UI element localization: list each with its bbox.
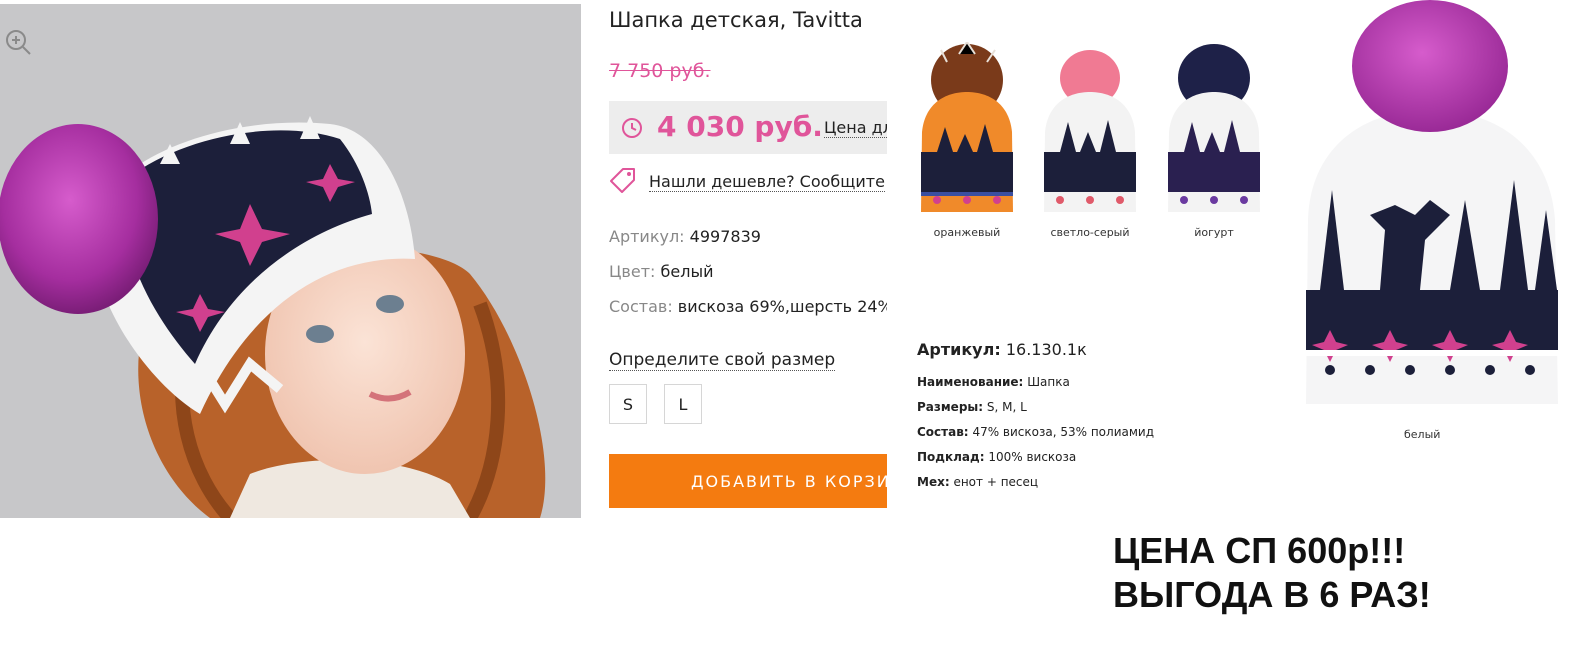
catalog-spec-value: Шапка bbox=[1027, 375, 1070, 389]
catalog-spec-value: енот + песец bbox=[953, 475, 1039, 489]
promo-line-2: ВЫГОДА В 6 РАЗ! bbox=[1113, 574, 1431, 615]
spec-article: Артикул: 4997839 bbox=[609, 227, 761, 246]
product-photo[interactable] bbox=[0, 4, 581, 518]
catalog-article-key: Артикул: bbox=[917, 340, 1001, 359]
price-box: 4 030 руб. Цена дл bbox=[609, 101, 887, 154]
product-title: Шапка детская, Tavitta bbox=[609, 8, 863, 32]
catalog-spec-key: Размеры: bbox=[917, 400, 984, 414]
price-note-link[interactable]: Цена дл bbox=[824, 118, 887, 138]
catalog-spec: Размеры: S, M, L bbox=[917, 400, 1027, 414]
clock-icon bbox=[621, 117, 643, 139]
big-hat-color-label: белый bbox=[1404, 428, 1441, 441]
product-info-panel: Шапка детская, Tavitta 7 750 руб. 4 030 … bbox=[609, 0, 887, 520]
catalog-spec-value: 100% вискоза bbox=[988, 450, 1077, 464]
found-cheaper-link[interactable]: Нашли дешевле? Сообщите bbox=[649, 172, 885, 192]
spec-value: 4997839 bbox=[689, 227, 761, 246]
catalog-spec: Наименование: Шапка bbox=[917, 375, 1070, 389]
variant-yogurt-hat bbox=[1164, 42, 1264, 214]
catalog-article: Артикул: 16.130.1к bbox=[917, 340, 1087, 359]
catalog-spec-key: Мех: bbox=[917, 475, 950, 489]
size-option-s[interactable]: S bbox=[609, 384, 647, 424]
big-white-hat-image bbox=[1300, 0, 1562, 412]
spec-color: Цвет: белый bbox=[609, 262, 713, 281]
price-tag-icon bbox=[609, 166, 637, 194]
variant-orange-hat bbox=[917, 40, 1017, 214]
catalog-spec-value: S, M, L bbox=[986, 400, 1027, 414]
catalog-spec-key: Наименование: bbox=[917, 375, 1024, 389]
zoom-icon[interactable] bbox=[4, 28, 32, 56]
size-guide-link[interactable]: Определите свой размер bbox=[609, 350, 836, 371]
variant-label: йогурт bbox=[1194, 226, 1234, 239]
catalog-spec: Мех: енот + песец bbox=[917, 475, 1038, 489]
spec-value: вискоза 69%,шерсть 24% bbox=[677, 297, 887, 316]
product-photo-illustration bbox=[0, 4, 581, 518]
catalog-spec: Состав: 47% вискоза, 53% полиамид bbox=[917, 425, 1154, 439]
size-option-l[interactable]: L bbox=[664, 384, 702, 424]
spec-key: Артикул: bbox=[609, 227, 685, 246]
variant-label: светло-серый bbox=[1050, 226, 1130, 239]
catalog-article-value: 16.130.1к bbox=[1005, 340, 1087, 359]
catalog-spec-key: Состав: bbox=[917, 425, 969, 439]
spec-key: Состав: bbox=[609, 297, 673, 316]
variant-light-grey-hat bbox=[1040, 42, 1140, 214]
spec-key: Цвет: bbox=[609, 262, 656, 281]
spec-composition: Состав: вискоза 69%,шерсть 24% bbox=[609, 297, 887, 316]
current-price: 4 030 руб. bbox=[657, 110, 823, 143]
catalog-spec-value: 47% вискоза, 53% полиамид bbox=[972, 425, 1154, 439]
catalog-spec-key: Подклад: bbox=[917, 450, 985, 464]
promo-line-1: ЦЕНА СП 600р!!! bbox=[1113, 530, 1406, 571]
spec-value: белый bbox=[660, 262, 714, 281]
old-price: 7 750 руб. bbox=[609, 60, 711, 82]
add-to-cart-button[interactable]: ДОБАВИТЬ В КОРЗИНУ bbox=[609, 454, 887, 508]
variant-label: оранжевый bbox=[933, 226, 1001, 239]
catalog-spec: Подклад: 100% вискоза bbox=[917, 450, 1076, 464]
